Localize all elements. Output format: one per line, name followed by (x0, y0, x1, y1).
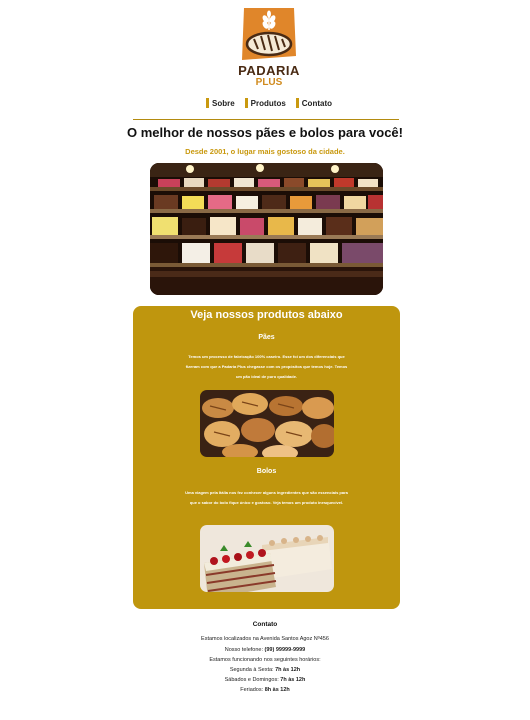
weekdays-label: Segunda à Sexta: (229, 667, 274, 673)
header-divider (133, 119, 399, 120)
nav-marker (295, 98, 299, 108)
contact-phone-line: Nosso telefone: (99) 99999-9999 (0, 647, 530, 653)
brand-sub: PLUS (255, 77, 283, 88)
cakes-description: Uma viagem pela Itália nos fez conhecer … (185, 490, 348, 505)
breads-title: Pães (258, 334, 275, 341)
breads-photo (200, 390, 334, 457)
cakes-photo (200, 525, 334, 592)
nav-label: Produtos (250, 98, 286, 108)
contact-title: Contato (252, 621, 278, 628)
bread-logo-icon (242, 8, 296, 60)
contact-weekdays: Segunda à Sexta: 7h às 12h (0, 667, 530, 673)
nav-marker (206, 98, 209, 108)
nav-item-produtos[interactable]: Produtos (244, 98, 286, 108)
cakes-title: Bolos (256, 468, 277, 475)
contact-holidays: Feriados: 8h às 12h (0, 687, 530, 693)
holidays-hours: 8h às 12h (264, 687, 290, 693)
breads-description: Temos um processo de fabricação 100% cas… (185, 354, 348, 379)
main-nav: Sobre Produtos Contato (206, 98, 332, 108)
contact-weekend: Sábados e Domingos: 7h às 12h (0, 677, 530, 683)
bakery-showcase-image (150, 163, 383, 295)
products-panel: Veja nossos produtos abaixo Pães Temos u… (133, 306, 400, 609)
nav-item-contato[interactable]: Contato (295, 98, 332, 108)
contact-phone[interactable]: (99) 99999-9999 (265, 647, 306, 653)
weekdays-hours: 7h às 12h (275, 667, 301, 673)
page-headline: O melhor de nossos pães e bolos para voc… (127, 125, 403, 140)
contact-hours-intro: Estamos funcionando nos seguintes horári… (209, 657, 321, 663)
weekend-hours: 7h às 12h (280, 677, 306, 683)
nav-label: Sobre (212, 98, 235, 108)
contact-address: Estamos localizados na Avenida Santos Ag… (201, 636, 329, 642)
holidays-label: Feriados: (240, 687, 264, 693)
brand-name: PADARIA (238, 63, 300, 78)
nav-marker (244, 98, 248, 108)
weekend-label: Sábados e Domingos: (224, 677, 279, 683)
page-tagline: Desde 2001, o lugar mais gostoso da cida… (185, 147, 345, 156)
nav-label: Contato (301, 98, 332, 108)
contact-phone-label: Nosso telefone: (224, 647, 263, 653)
products-title: Veja nossos produtos abaixo (190, 309, 343, 321)
nav-item-sobre[interactable]: Sobre (206, 98, 235, 108)
brand-logo: PADARIA PLUS (238, 6, 300, 88)
